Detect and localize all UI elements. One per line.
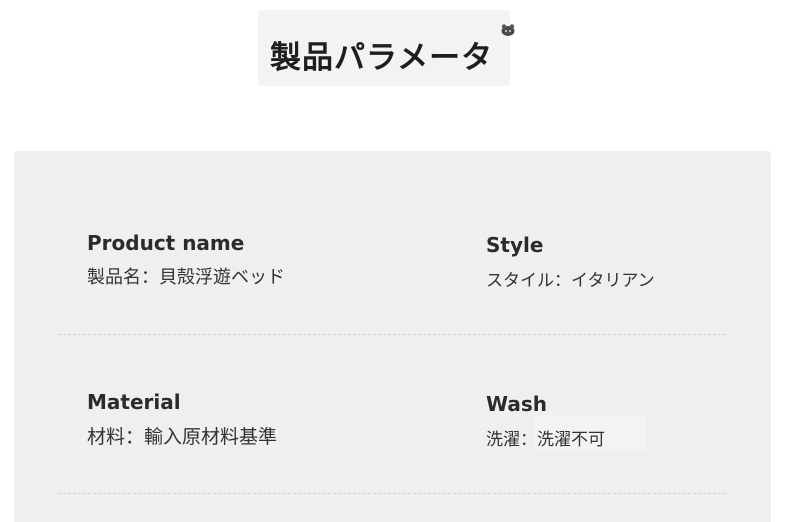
wash-label: Wash [486, 392, 547, 416]
product-parameters-page: 製品パラメータ Product name 製品名：貝殻浮遊ベッド Style ス… [0, 0, 790, 522]
row-divider [58, 493, 726, 494]
wash-value: 洗濯：洗濯不可 [486, 430, 605, 450]
page-title: 製品パラメータ [270, 40, 494, 76]
style-label: Style [486, 233, 544, 257]
material-label: Material [87, 390, 181, 414]
product-name-value: 製品名：貝殻浮遊ベッド [87, 267, 285, 288]
material-value: 材料：輸入原材料基準 [87, 426, 278, 448]
parameters-panel: Product name 製品名：貝殻浮遊ベッド Style スタイル：イタリア… [14, 151, 771, 522]
title-block: 製品パラメータ [258, 10, 515, 86]
row-divider [58, 334, 726, 335]
mascot-icon [501, 24, 515, 36]
style-value: スタイル：イタリアン [486, 271, 655, 291]
product-name-label: Product name [87, 231, 245, 255]
